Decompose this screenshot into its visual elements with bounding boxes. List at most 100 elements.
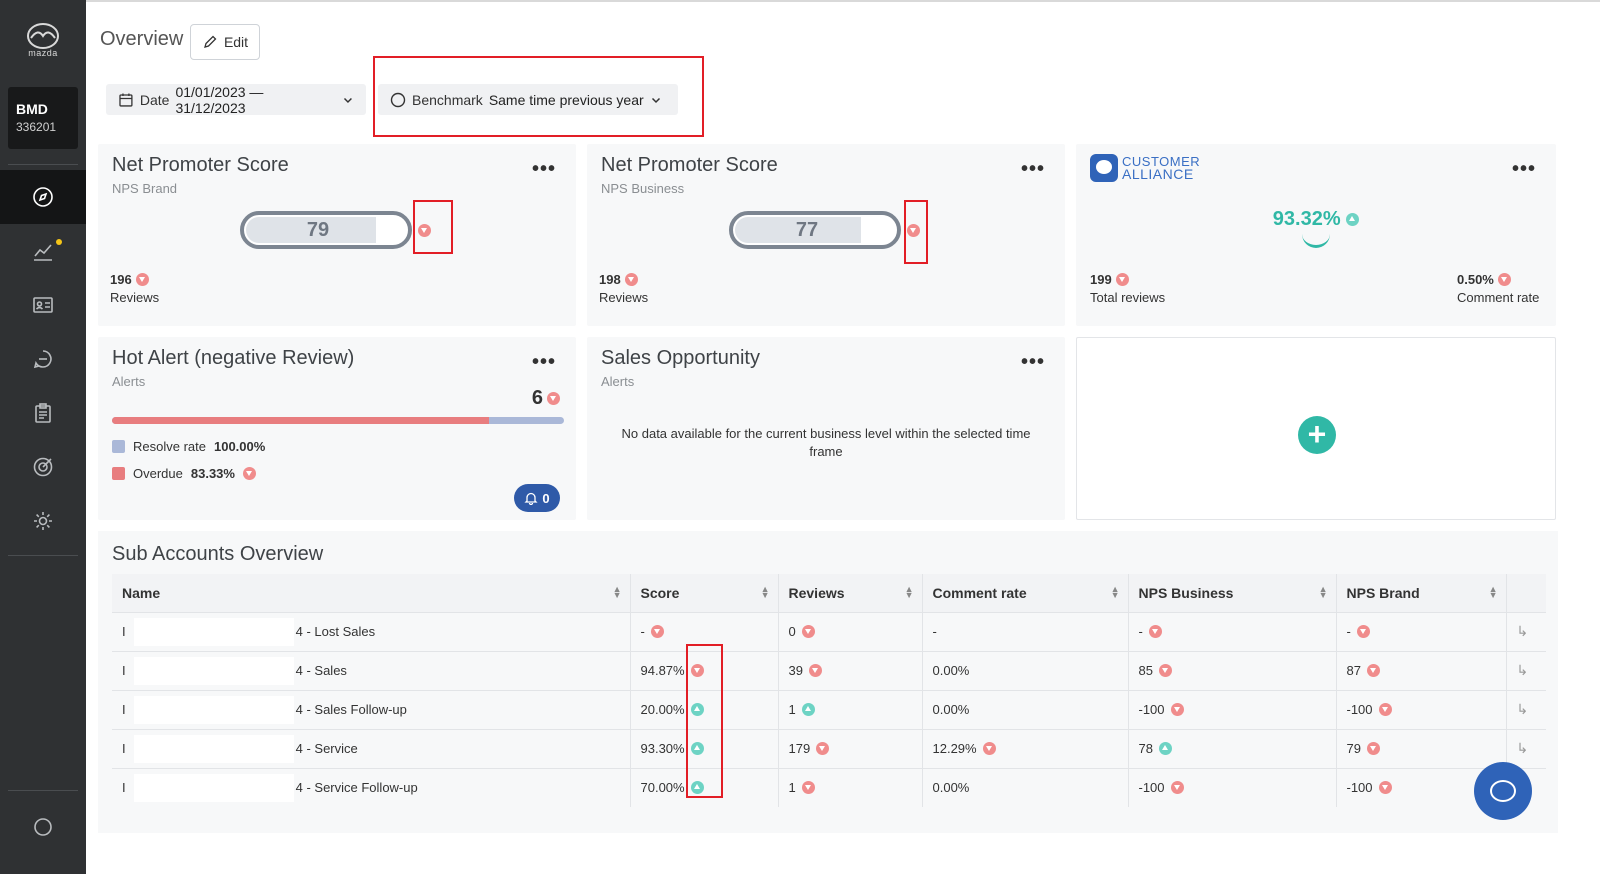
bell-icon (524, 492, 538, 505)
table-cell-action[interactable]: ↳ (1505, 728, 1546, 768)
resolve-legend-swatch (112, 440, 125, 453)
more-options-button[interactable]: ••• (1021, 351, 1045, 374)
add-widget-button[interactable]: + (1298, 416, 1336, 454)
nav-profile[interactable] (0, 800, 86, 854)
sidebar: mazda BMD 336201 (0, 0, 86, 874)
account-number: 336201 (16, 120, 57, 134)
cell-value: 39 (788, 663, 803, 678)
rating-percent: 93.32% (1076, 208, 1556, 231)
total-reviews-count: 199 (1090, 272, 1129, 287)
cell-value: 12.29% (932, 741, 977, 756)
column-header-reviews[interactable]: Reviews ▲ ▼ (777, 574, 922, 612)
gauge-score: 79 (306, 219, 330, 241)
compass-icon (33, 187, 53, 207)
account-switcher[interactable]: BMD 336201 (8, 87, 78, 149)
column-header-nps-brand[interactable]: NPS Brand ▲ ▼ (1335, 574, 1506, 612)
bell-count: 0 (542, 490, 550, 506)
column-header-nps-business[interactable]: NPS Business ▲ ▼ (1127, 574, 1336, 612)
nav-messages[interactable] (0, 332, 86, 386)
trend-up-icon (1158, 742, 1172, 755)
table-row[interactable]: I 4 - Lost Sales - 0 - - - ↳ (112, 611, 1546, 651)
redacted-block (133, 656, 294, 685)
sidebar-divider (8, 790, 78, 791)
comment-rate-label: Comment rate (1457, 290, 1540, 305)
table-cell-action[interactable]: ↳ (1505, 611, 1546, 651)
smile-icon (1302, 234, 1330, 248)
resolve-value: 100.00% (213, 439, 266, 454)
name-prefix: I (122, 780, 126, 796)
trend-down-icon (1115, 273, 1129, 286)
column-header-score[interactable]: Score ▲ ▼ (629, 574, 778, 612)
chevron-down-icon (344, 97, 353, 103)
drill-down-arrow-icon[interactable]: ↳ (1517, 662, 1529, 678)
edit-button[interactable]: Edit (190, 24, 260, 60)
table-row[interactable]: I 4 - Service Follow-up 70.00% 1 0.00% -100 -1… (112, 767, 1546, 807)
edit-label: Edit (223, 34, 249, 50)
user-circle-icon (34, 818, 52, 836)
trend-down-icon (1497, 273, 1511, 286)
card-title: Sales Opportunity (601, 347, 760, 369)
cell-value: 79 (1346, 741, 1361, 756)
cell-value: 0.00% (932, 702, 970, 717)
trend-down-icon (1148, 625, 1162, 638)
cell-value: 70.00% (640, 780, 685, 796)
more-options-button[interactable]: ••• (532, 351, 556, 374)
account-name: 4 - Service (295, 741, 358, 756)
nav-goals[interactable] (0, 440, 86, 494)
drill-down-arrow-icon[interactable]: ↳ (1517, 740, 1529, 756)
nav-analytics[interactable] (0, 224, 86, 278)
nav-overview[interactable] (0, 170, 86, 224)
column-header-label: NPS Business (1138, 584, 1234, 601)
cell-value: -100 (1346, 702, 1373, 717)
chat-support-button[interactable] (1474, 762, 1532, 820)
card-title: Hot Alert (negative Review) (112, 347, 355, 369)
table-cell-name: I 4 - Sales Follow-up (112, 689, 630, 729)
nav-surveys[interactable] (0, 386, 86, 440)
cell-value: 0.00% (932, 663, 970, 678)
logo-text: mazda (28, 48, 58, 58)
nav-contacts[interactable] (0, 278, 86, 332)
table-cell: 85 (1127, 650, 1336, 690)
trend-down-icon (801, 625, 815, 638)
cell-value: - (640, 624, 645, 639)
name-prefix: I (122, 663, 126, 678)
overdue-progress-fill (112, 417, 489, 424)
more-options-button[interactable]: ••• (1512, 158, 1536, 181)
add-widget-card: + (1076, 337, 1556, 520)
comment-rate-value: 0.50% (1457, 272, 1511, 287)
top-border (86, 0, 1600, 2)
table-row[interactable]: I 4 - Sales 94.87% 39 0.00% 85 87 ↳ (112, 650, 1546, 690)
reviews-count-value: 196 (110, 272, 132, 287)
trend-down-icon (242, 467, 256, 480)
gear-icon (34, 512, 52, 530)
nav-settings[interactable] (0, 494, 86, 548)
trend-down-icon (135, 273, 149, 286)
table-row[interactable]: I 4 - Service 93.30% 179 12.29% 78 79 ↳ (112, 728, 1546, 768)
more-options-button[interactable]: ••• (532, 158, 556, 181)
alert-count-value: 6 (531, 387, 543, 409)
date-filter-label: Date (139, 91, 170, 108)
column-header-comment-rate[interactable]: Comment rate ▲ ▼ (921, 574, 1128, 612)
more-options-button[interactable]: ••• (1021, 158, 1045, 181)
account-name: 4 - Sales Follow-up (295, 702, 407, 717)
sidebar-divider (8, 555, 78, 556)
sub-accounts-table: Name ▲ ▼ Score ▲ ▼ Reviews ▲ ▼ Comment rate ▲ ▼ … (112, 574, 1546, 807)
column-header-name[interactable]: Name ▲ ▼ (112, 574, 630, 612)
cell-value: - (1346, 624, 1351, 639)
drill-down-arrow-icon[interactable]: ↳ (1517, 623, 1529, 639)
comment-rate-number: 0.50% (1457, 272, 1494, 287)
table-cell-action[interactable]: ↳ (1505, 689, 1546, 729)
trend-down-icon (624, 273, 638, 286)
table-cell: - (1335, 611, 1506, 651)
drill-down-arrow-icon[interactable]: ↳ (1517, 701, 1529, 717)
table-row[interactable]: I 4 - Sales Follow-up 20.00% 1 0.00% -100 -100… (112, 689, 1546, 729)
alerts-bell-button[interactable]: 0 (514, 484, 560, 512)
rating-percent-value: 93.32% (1272, 208, 1341, 230)
date-filter[interactable]: Date 01/01/2023 — 31/12/2023 (106, 84, 366, 116)
table-cell-action[interactable]: ↳ (1505, 650, 1546, 690)
mazda-logo[interactable]: mazda (22, 22, 64, 64)
table-cell: 0.00% (921, 650, 1128, 690)
reviews-count: 196 (110, 272, 149, 287)
table-cell: - (1127, 611, 1336, 651)
reviews-count: 198 (599, 272, 638, 287)
